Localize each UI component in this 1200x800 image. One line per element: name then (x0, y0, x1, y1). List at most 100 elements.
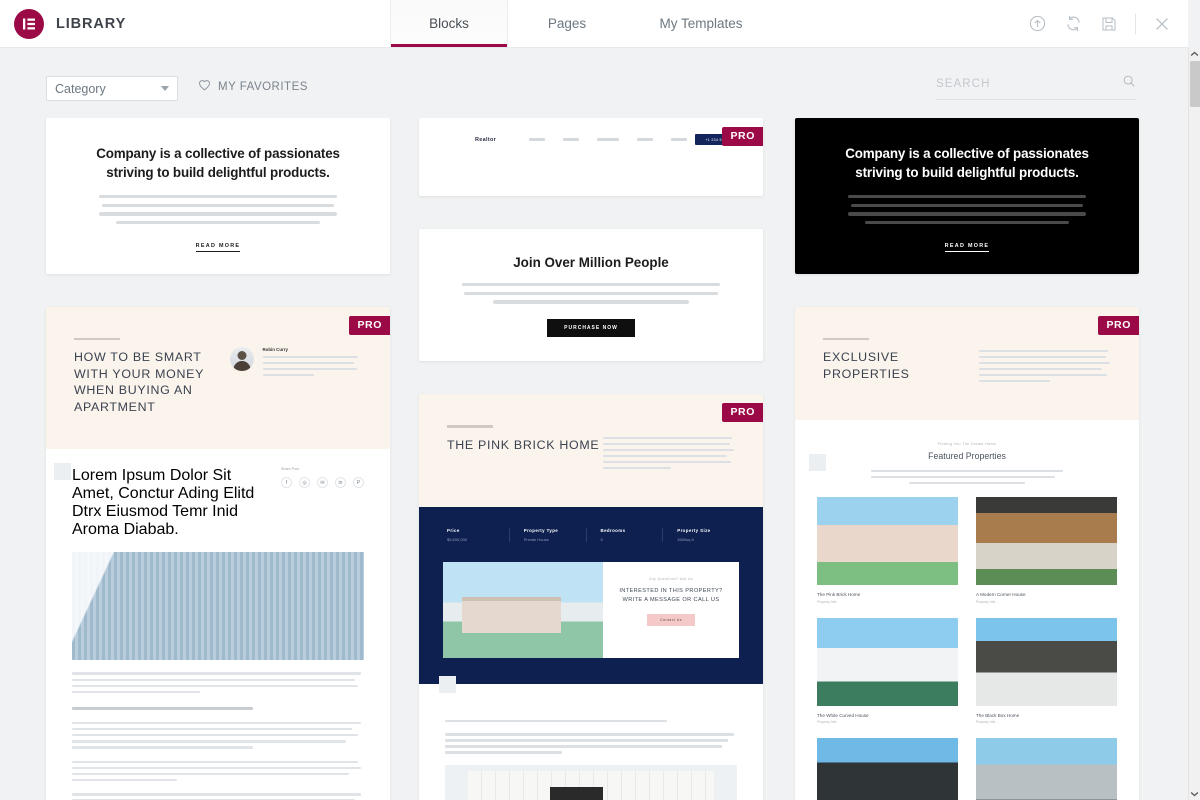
filters-toolbar: Category MY FAVORITES (0, 48, 1188, 118)
property-photo (817, 738, 958, 800)
pro-badge: PRO (1098, 315, 1139, 335)
property-meta: Property Info (976, 599, 996, 604)
category-select[interactable]: Category (46, 76, 178, 101)
property-photo (817, 497, 958, 586)
contact-us-button[interactable]: Contact Us (647, 613, 695, 626)
featured-title: Featured Properties (928, 450, 1006, 461)
avatar (229, 346, 254, 371)
nav-logo: Realtor (475, 136, 497, 143)
property-card[interactable]: A Modern Corner House Property Info (976, 497, 1117, 604)
article-paragraph-2 (72, 721, 364, 749)
spec-price: Price $5,600,000 (443, 528, 509, 542)
property-card[interactable]: The Black Box Home Property Info (976, 617, 1117, 724)
nav-links (529, 138, 687, 141)
elementor-logo-icon (14, 8, 44, 39)
social-icons: f ◎ ✉ in P (281, 477, 364, 489)
twitter-icon[interactable]: ✉ (317, 477, 328, 489)
property-title: THE PINK BRICK HOME (447, 437, 600, 452)
property-card[interactable]: The White Curved House Property Info (817, 617, 958, 725)
pinterest-icon[interactable]: P (353, 477, 364, 489)
article-subheading (72, 706, 254, 710)
header-actions (1019, 0, 1188, 47)
article-paragraph-4 (72, 793, 364, 800)
featured-properties-grid: The Pink Brick Home Property Info A Mode… (817, 497, 1117, 800)
chevron-up-icon[interactable] (1189, 48, 1200, 60)
spec-price-value: $5,600,000 (447, 536, 468, 542)
template-card-money-article[interactable]: PRO HOW TO BE SMART WITH YOUR MONEY WHEN… (46, 306, 390, 800)
featured-desc (871, 469, 1063, 485)
template-card-pink-brick-home[interactable]: PRO THE PINK BRICK HOME Price $5,600,000… (419, 394, 763, 800)
article-header-left: HOW TO BE SMART WITH YOUR MONEY WHEN BUY… (74, 337, 230, 416)
template-card-hero-dark[interactable]: Company is a collective of passionates s… (795, 118, 1139, 274)
library-modal: LIBRARY Blocks Pages My Templates Catego… (0, 0, 1200, 800)
exclusive-header-preview: EXCLUSIVE PROPERTIES (795, 306, 1139, 420)
property-card[interactable] (817, 738, 958, 800)
grid-column-2: PRO Realtor +1 234 567 890 Join Over Mil… (419, 118, 763, 800)
spec-type-value: Private House (523, 536, 549, 542)
nav-row: Realtor +1 234 567 890 (437, 134, 745, 145)
contact-cta-card: Any Questions? Ask Us INTERESTED IN THIS… (603, 561, 739, 658)
spec-bedrooms: Bedrooms 5 (585, 527, 663, 542)
lorem-placeholder (829, 195, 1105, 225)
kitchen-photo-1 (445, 764, 737, 800)
tab-blocks[interactable]: Blocks (390, 0, 508, 47)
property-name: The Black Box Home (976, 712, 1020, 718)
tabs: Blocks Pages My Templates (390, 0, 776, 47)
search-input[interactable] (936, 77, 1122, 90)
purchase-now-button[interactable]: PURCHASE NOW (547, 319, 635, 338)
close-x-icon[interactable] (1144, 4, 1180, 44)
heart-icon (198, 78, 211, 96)
chevron-down-icon (161, 86, 169, 91)
scrollbar-thumb[interactable] (1190, 61, 1200, 107)
building-photo (72, 552, 364, 661)
tab-my-templates[interactable]: My Templates (626, 0, 776, 47)
template-card-realtor-nav[interactable]: PRO Realtor +1 234 567 890 (419, 118, 763, 196)
pro-badge: PRO (722, 403, 763, 423)
facebook-icon[interactable]: f (281, 477, 292, 489)
sync-icon[interactable] (1055, 4, 1091, 44)
read-more-link[interactable]: READ MORE (195, 243, 241, 252)
featured-kicker: Finding You The Dream Home (937, 441, 997, 446)
property-specs: Price $5,600,000 Property Type Private H… (443, 527, 739, 542)
linkedin-icon[interactable]: in (335, 477, 346, 489)
article-body-preview: Lorem Ipsum Dolor Sit Amet, Conctur Adin… (46, 449, 390, 800)
join-heading: Join Over Million People (513, 255, 669, 270)
my-favorites-label: MY FAVORITES (218, 81, 308, 93)
instagram-icon[interactable]: ◎ (299, 477, 310, 489)
lorem-placeholder (80, 195, 356, 225)
article-title: HOW TO BE SMART WITH YOUR MONEY WHEN BUY… (74, 350, 204, 414)
property-card[interactable] (976, 738, 1117, 800)
article-header-preview: HOW TO BE SMART WITH YOUR MONEY WHEN BUY… (46, 306, 390, 450)
page-title: LIBRARY (56, 15, 127, 32)
exclusive-title: EXCLUSIVE PROPERTIES (823, 350, 910, 381)
template-card-exclusive-properties[interactable]: PRO EXCLUSIVE PROPERTIES Finding You The… (795, 306, 1139, 800)
property-kicker (447, 425, 493, 428)
grid-column-3: Company is a collective of passionates s… (795, 118, 1139, 800)
property-card[interactable]: The Pink Brick Home Property Info (817, 497, 958, 604)
magnifier-icon[interactable] (1122, 74, 1136, 93)
my-favorites-filter[interactable]: MY FAVORITES (198, 78, 308, 96)
read-more-link[interactable]: READ MORE (944, 243, 990, 252)
article-lead: Lorem Ipsum Dolor Sit Amet, Conctur Adin… (72, 467, 255, 539)
tab-my-templates-label: My Templates (659, 16, 743, 31)
property-meta: Property Info (817, 599, 837, 604)
exclusive-header-desc (978, 338, 1111, 386)
property-photo (817, 617, 958, 706)
tab-pages[interactable]: Pages (508, 0, 626, 47)
vertical-scrollbar[interactable] (1188, 48, 1200, 800)
gallery-text-1 (445, 719, 737, 723)
property-meta: Property Info (817, 720, 837, 725)
tab-blocks-label: Blocks (429, 16, 469, 31)
template-card-join[interactable]: Join Over Million People PURCHASE NOW (419, 229, 763, 362)
chevron-down-icon[interactable] (1189, 788, 1200, 800)
join-preview: Join Over Million People PURCHASE NOW (419, 229, 763, 361)
floppy-disk-icon[interactable] (1091, 4, 1127, 44)
spec-type-key: Property Type (523, 527, 559, 533)
circle-arrow-up-icon[interactable] (1019, 4, 1055, 44)
villa-photo (443, 561, 603, 658)
pro-badge: PRO (722, 127, 763, 146)
property-photo (976, 738, 1117, 800)
article-paragraph-3 (72, 760, 364, 782)
template-card-hero-light[interactable]: Company is a collective of passionates s… (46, 118, 390, 274)
property-name: The White Curved House (817, 712, 869, 718)
